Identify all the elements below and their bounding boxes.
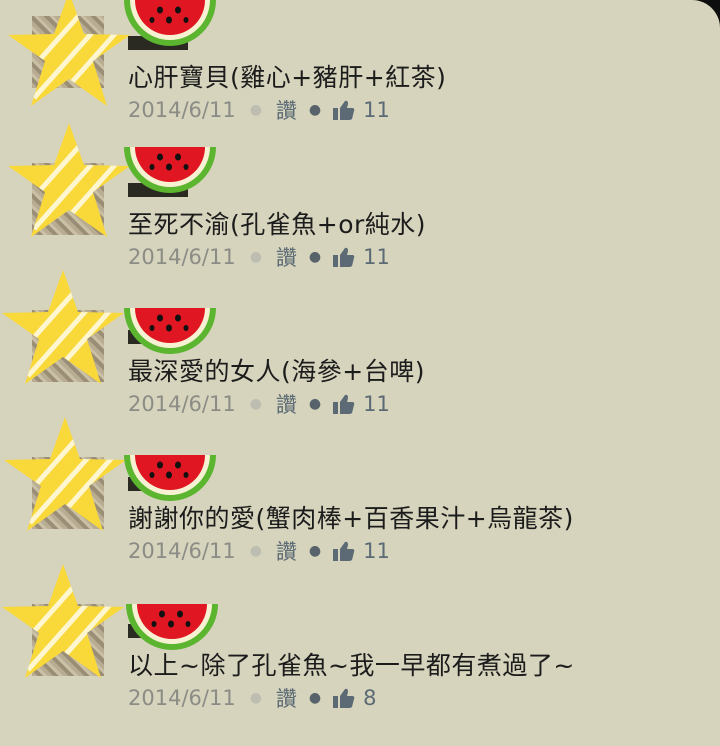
comment-text: 謝謝你的愛(蟹肉棒+百香果汁+烏龍茶) xyxy=(128,504,574,533)
star-sticker-icon xyxy=(2,270,124,384)
comment-meta: 2014/6/11 ● 讚 ● 11 xyxy=(128,243,390,271)
comment-date: 2014/6/11 xyxy=(128,245,236,269)
star-sticker-icon xyxy=(8,0,130,106)
star-sticker-icon xyxy=(8,123,130,237)
like-count[interactable]: 11 xyxy=(363,392,390,416)
comment-text: 最深愛的女人(海參+台啤) xyxy=(128,357,425,386)
comments-screen: 心肝寶貝(雞心+豬肝+紅茶) 2014/6/11 ● 讚 ● 11 至死不渝(孔… xyxy=(0,0,720,746)
like-count[interactable]: 8 xyxy=(363,686,376,710)
comment-text: 至死不渝(孔雀魚+or純水) xyxy=(128,210,427,239)
comment-date: 2014/6/11 xyxy=(128,539,236,563)
dot-separator-icon: ● xyxy=(249,396,262,412)
like-button[interactable]: 讚 xyxy=(276,536,297,566)
dot-separator-icon: ● xyxy=(249,690,262,706)
thumbs-up-icon[interactable] xyxy=(333,247,355,267)
thumbs-up-icon[interactable] xyxy=(333,394,355,414)
dot-separator-icon: ● xyxy=(249,543,262,559)
dot-separator-icon: ● xyxy=(308,396,322,412)
like-count[interactable]: 11 xyxy=(363,539,390,563)
dot-separator-icon: ● xyxy=(308,543,322,559)
like-count[interactable]: 11 xyxy=(363,245,390,269)
thumbs-up-icon[interactable] xyxy=(333,541,355,561)
watermelon-sticker-icon xyxy=(124,0,216,46)
thumbs-up-icon[interactable] xyxy=(333,100,355,120)
comment-date: 2014/6/11 xyxy=(128,392,236,416)
comment-item: 以上~除了孔雀魚~我一早都有煮過了~ 2014/6/11 ● 讚 ● 8 xyxy=(0,564,720,728)
dot-separator-icon: ● xyxy=(308,249,322,265)
star-sticker-icon xyxy=(2,564,124,678)
comment-text: 心肝寶貝(雞心+豬肝+紅茶) xyxy=(128,63,447,92)
comment-meta: 2014/6/11 ● 讚 ● 11 xyxy=(128,96,390,124)
comment-meta: 2014/6/11 ● 讚 ● 11 xyxy=(128,537,390,565)
comment-text: 以上~除了孔雀魚~我一早都有煮過了~ xyxy=(128,651,575,680)
comment-date: 2014/6/11 xyxy=(128,98,236,122)
like-button[interactable]: 讚 xyxy=(276,95,297,125)
like-count[interactable]: 11 xyxy=(363,98,390,122)
dot-separator-icon: ● xyxy=(249,102,262,118)
comment-meta: 2014/6/11 ● 讚 ● 8 xyxy=(128,684,377,712)
comment-date: 2014/6/11 xyxy=(128,686,236,710)
like-button[interactable]: 讚 xyxy=(276,389,297,419)
dot-separator-icon: ● xyxy=(308,102,322,118)
thumbs-up-icon[interactable] xyxy=(333,688,355,708)
watermelon-sticker-icon xyxy=(124,147,216,193)
comment-meta: 2014/6/11 ● 讚 ● 11 xyxy=(128,390,390,418)
dot-separator-icon: ● xyxy=(249,249,262,265)
like-button[interactable]: 讚 xyxy=(276,683,297,713)
like-button[interactable]: 讚 xyxy=(276,242,297,272)
star-sticker-icon xyxy=(4,417,126,531)
dot-separator-icon: ● xyxy=(308,690,322,706)
